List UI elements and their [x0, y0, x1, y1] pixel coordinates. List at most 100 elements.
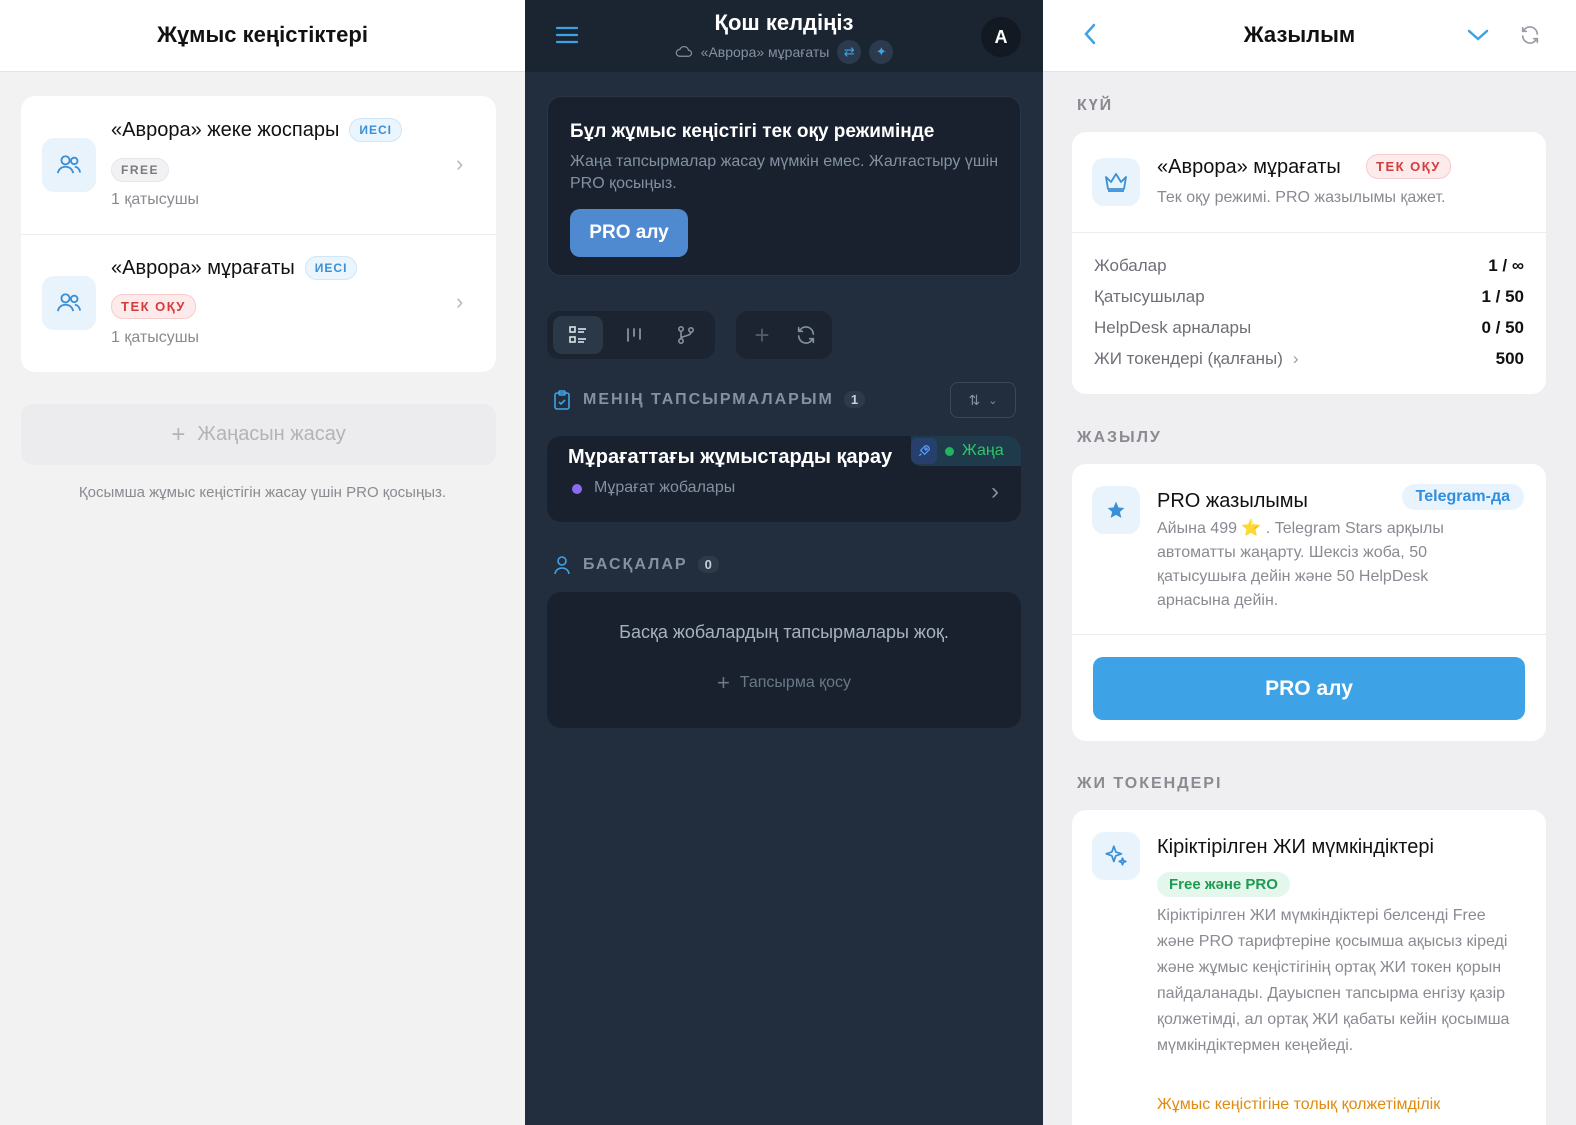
rocket-icon: [911, 438, 937, 464]
add-task-label: Тапсырма қосу: [739, 674, 852, 691]
stat-label-text: ЖИ токендері (қалғаны): [1094, 349, 1283, 368]
pro-card: PRO жазылымы Telegram-да Айына 499 ⭐ . T…: [1072, 464, 1546, 741]
main-header: Қош келдіңіз «Аврора» мұрағаты ⇄ ✦ A: [525, 0, 1043, 72]
chevron-right-icon: ›: [1292, 349, 1299, 368]
task-card[interactable]: Мұрағаттағы жұмыстарды қарау Жаңа Мұраға…: [547, 436, 1021, 522]
get-pro-button[interactable]: PRO алу: [1093, 657, 1525, 720]
chevron-down-icon: ⌄: [988, 394, 998, 407]
empty-text: Басқа жобалардың тапсырмалары жоқ.: [619, 622, 949, 642]
ai-card: Кіріктірілген ЖИ мүмкіндіктері Free және…: [1072, 810, 1546, 1125]
users-icon: [42, 138, 96, 192]
stat-projects: Жобалар 1 / ∞: [1094, 256, 1524, 284]
workspace-name: «Аврора» жеке жоспары: [111, 119, 340, 141]
avatar[interactable]: A: [981, 17, 1021, 57]
others-header: БАСҚАЛАР 0: [583, 556, 719, 574]
plus-icon: +: [716, 670, 730, 695]
sort-icon: ⇅: [968, 391, 981, 408]
main-panel: Қош келдіңіз «Аврора» мұрағаты ⇄ ✦ A Бұл…: [525, 0, 1043, 1125]
telegram-badge: Telegram-да: [1401, 484, 1524, 510]
workspaces-panel: Жұмыс кеңістіктері «Аврора» жеке жоспары…: [0, 0, 525, 1125]
ws-name: «Аврора» мұрағаты: [1157, 156, 1341, 178]
stat-value: 0 / 50: [1481, 318, 1524, 337]
owner-badge: ИЕСІ: [304, 256, 358, 280]
workspace-name: «Аврора» мұрағаты: [111, 257, 295, 279]
project-dot: [572, 484, 582, 494]
add-task-icon[interactable]: +: [742, 316, 782, 354]
ai-title: Кіріктірілген ЖИ мүмкіндіктері: [1157, 836, 1434, 858]
workspaces-header: Жұмыс кеңістіктері: [0, 0, 525, 72]
pro-desc: Айына 499 ⭐ . Telegram Stars арқылы авто…: [1157, 520, 1444, 609]
ai-section-label: ЖИ ТОКЕНДЕРІ: [1077, 775, 1223, 792]
stat-value: 1 / 50: [1481, 287, 1524, 306]
stat-value: 500: [1495, 349, 1524, 368]
board-view-icon[interactable]: [609, 316, 659, 354]
workspace-item-personal[interactable]: «Аврора» жеке жоспары ИЕСІ FREE 1 қатысуш…: [21, 96, 496, 234]
stat-label: Қатысушылар: [1094, 287, 1205, 306]
create-workspace-button[interactable]: + Жаңасын жасау: [21, 404, 496, 465]
list-view-icon[interactable]: [553, 316, 603, 354]
stat-members: Қатысушылар 1 / 50: [1094, 287, 1524, 315]
task-title: Мұрағаттағы жұмыстарды қарау: [568, 446, 893, 468]
clipboard-icon: [553, 390, 571, 415]
person-icon: [554, 555, 570, 580]
readonly-notice: Бұл жұмыс кеңістігі тек оқу режимінде Жа…: [547, 96, 1021, 276]
stat-label: ЖИ токендері (қалғаны) ›: [1094, 349, 1299, 369]
sort-button[interactable]: ⇅ ⌄: [950, 382, 1016, 418]
stat-label: Жобалар: [1094, 256, 1167, 275]
ws-desc: Тек оқу режимі. PRO жазылымы қажет.: [1157, 189, 1446, 206]
divider: [1072, 634, 1546, 635]
create-hint: Қосымша жұмыс кеңістігін жасау үшін PRO …: [78, 484, 447, 501]
ai-warning: Жұмыс кеңістігіне толық қолжетімділік: [1157, 1096, 1441, 1113]
subscription-header: Жазылым: [1043, 0, 1576, 72]
owner-badge: ИЕСІ: [349, 118, 403, 142]
state-section-label: КҮЙ: [1077, 97, 1114, 114]
status-label: Жаңа: [962, 442, 1004, 459]
status-dot: [945, 446, 954, 456]
my-tasks-label: МЕНІҢ ТАПСЫРМАЛАРЫМ: [583, 391, 834, 408]
refresh-icon[interactable]: [786, 316, 826, 354]
crown-icon: [1092, 158, 1140, 206]
switch-icon[interactable]: ⇄: [837, 40, 862, 64]
subscription-title: Жазылым: [1243, 22, 1356, 47]
sparkle-icon: [1092, 832, 1140, 880]
create-label: Жаңасын жасау: [197, 423, 346, 445]
readonly-title: Бұл жұмыс кеңістігі тек оқу режимінде: [570, 121, 935, 142]
ai-plan-badge: Free және PRO: [1157, 872, 1290, 897]
readonly-text: Жаңа тапсырмалар жасау мүмкін емес. Жалғ…: [570, 153, 999, 192]
refresh-icon[interactable]: [1519, 24, 1541, 51]
workspace-name: «Аврора» мұрағаты: [700, 44, 830, 60]
chevron-right-icon: ›: [991, 478, 999, 505]
branch-view-icon[interactable]: [661, 316, 711, 354]
chevron-right-icon: ›: [456, 151, 464, 176]
subscribe-section-label: ЖАЗЫЛУ: [1077, 429, 1162, 446]
users-icon: [42, 276, 96, 330]
workspace-list: «Аврора» жеке жоспары ИЕСІ FREE 1 қатысуш…: [21, 96, 496, 372]
stat-value: 1 / ∞: [1488, 256, 1524, 275]
others-count: 0: [697, 556, 719, 573]
my-tasks-header: МЕНІҢ ТАПСЫРМАЛАРЫМ 1: [583, 391, 866, 409]
workspace-item-archive[interactable]: «Аврора» мұрағаты ИЕСІ ТЕК ОҚУ 1 қатысушы…: [21, 234, 496, 372]
task-project: Мұрағат жобалары: [594, 479, 736, 496]
sparkle-icon[interactable]: ✦: [869, 40, 894, 64]
members-count: 1 қатысушы: [111, 329, 200, 346]
plan-badge: FREE: [111, 158, 170, 182]
add-task-button[interactable]: + Тапсырма қосу: [547, 670, 1021, 696]
stat-label: HelpDesk арналары: [1094, 318, 1252, 337]
subscription-panel: Жазылым КҮЙ «Аврора» мұрағаты ТЕК ОҚУ Те…: [1043, 0, 1576, 1125]
state-card: «Аврора» мұрағаты ТЕК ОҚУ Тек оқу режимі…: [1072, 132, 1546, 394]
plus-icon: +: [171, 420, 186, 448]
welcome-title: Қош келдіңіз: [714, 10, 854, 35]
readonly-badge: ТЕК ОҚУ: [1366, 154, 1451, 179]
empty-state: Басқа жобалардың тапсырмалары жоқ. + Тап…: [547, 592, 1021, 728]
chevron-down-icon[interactable]: [1467, 28, 1489, 47]
workspace-switcher[interactable]: «Аврора» мұрағаты ⇄ ✦: [525, 40, 1043, 64]
my-tasks-count: 1: [843, 391, 866, 408]
ai-desc: Кіріктірілген ЖИ мүмкіндіктері белсенді …: [1157, 907, 1510, 1054]
get-pro-button[interactable]: PRO алу: [570, 209, 688, 257]
members-count: 1 қатысушы: [111, 191, 200, 208]
stat-ai-tokens[interactable]: ЖИ токендері (қалғаны) › 500: [1094, 349, 1524, 377]
chevron-right-icon: ›: [456, 289, 464, 314]
task-status: Жаңа: [911, 436, 1021, 466]
others-label: БАСҚАЛАР: [583, 556, 688, 573]
cloud-icon: [675, 44, 693, 61]
